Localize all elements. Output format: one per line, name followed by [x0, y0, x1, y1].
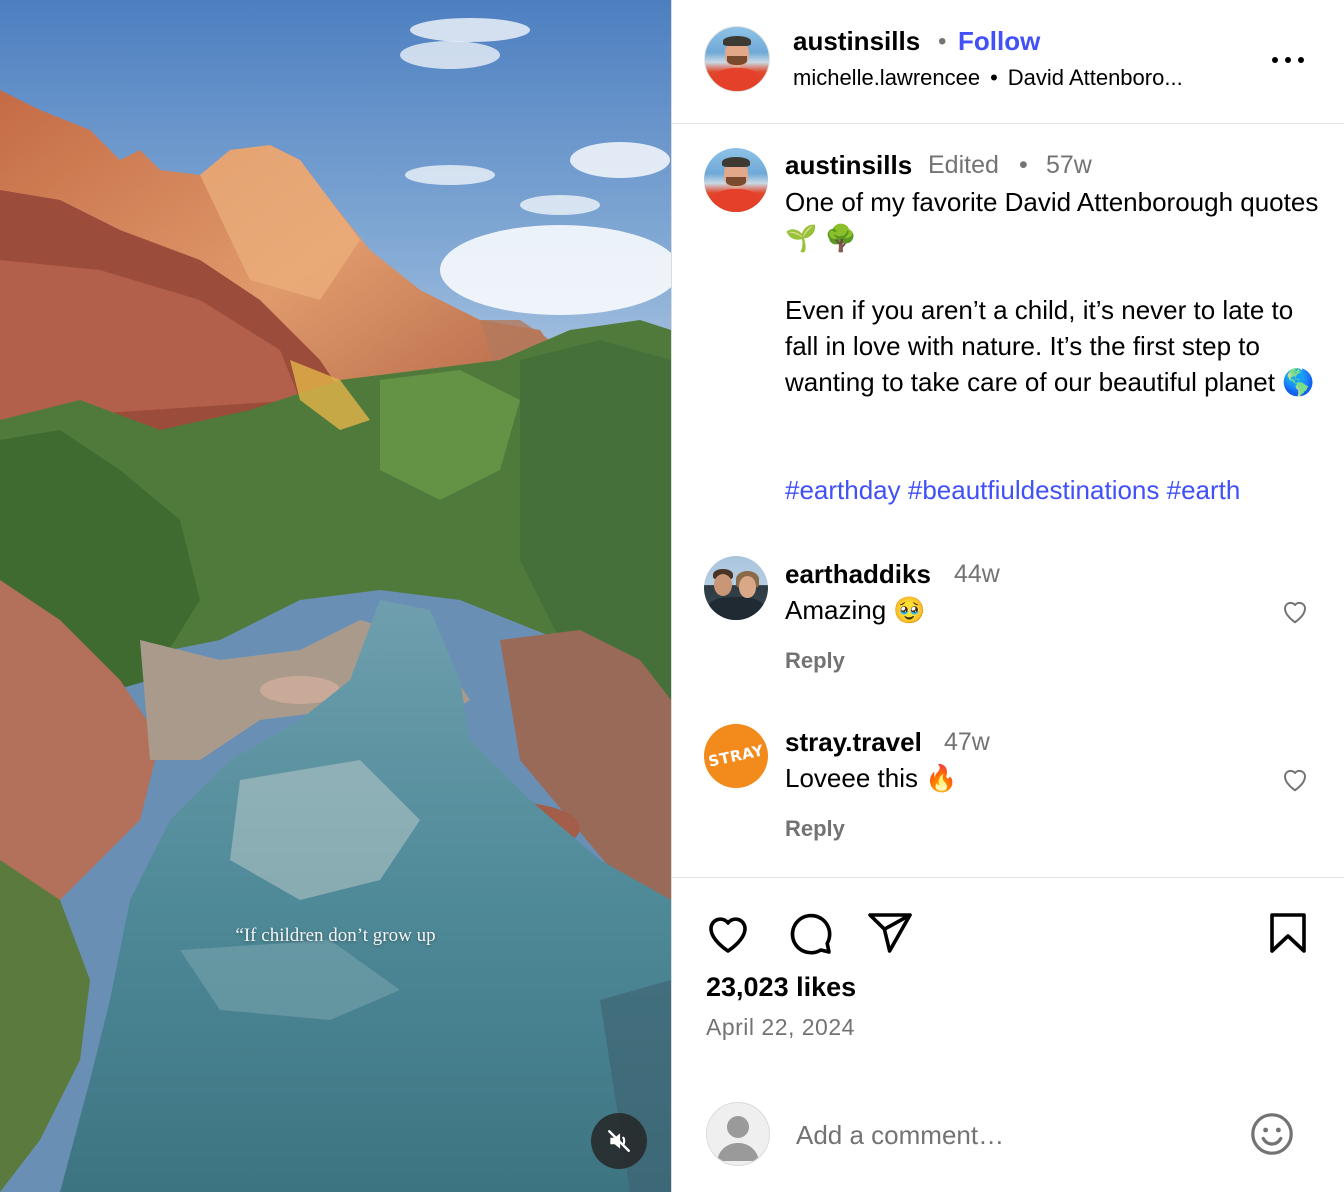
mute-toggle-button[interactable] — [591, 1113, 647, 1169]
reply-button[interactable]: Reply — [785, 648, 845, 674]
audio-track-link[interactable]: David Attenboro... — [1008, 65, 1183, 90]
share-icon[interactable] — [866, 909, 914, 957]
edited-label: Edited — [928, 151, 999, 179]
post-header: austinsills • Follow michelle.lawrencee •… — [672, 0, 1344, 124]
post-date[interactable]: April 22, 2024 — [706, 1014, 855, 1041]
caption-author-avatar[interactable] — [704, 148, 768, 212]
landscape-photo — [0, 0, 671, 1192]
commenter-avatar[interactable]: STRAY — [704, 724, 768, 788]
audio-separator: • — [990, 65, 998, 90]
author-username[interactable]: austinsills — [793, 26, 920, 57]
comment-icon[interactable] — [786, 909, 834, 957]
more-horizontal-icon — [1272, 57, 1278, 63]
header-separator: • — [938, 28, 947, 55]
comment-text: Amazing 🥹 — [785, 595, 926, 625]
comment-timestamp[interactable]: 47w — [944, 728, 990, 757]
video-subtitle: “If children don’t grow up — [235, 925, 436, 946]
reply-button[interactable]: Reply — [785, 816, 845, 842]
comment-text: Loveee this 🔥 — [785, 763, 958, 793]
author-avatar[interactable] — [704, 26, 770, 92]
bookmark-icon[interactable] — [1264, 909, 1312, 957]
likes-count[interactable]: 23,023 likes — [706, 972, 856, 1003]
comment-username[interactable]: stray.travel — [785, 727, 922, 758]
current-user-avatar — [706, 1102, 770, 1166]
post-details-panel: austinsills • Follow michelle.lawrencee •… — [672, 0, 1344, 1192]
comment-timestamp[interactable]: 44w — [954, 560, 1000, 589]
actions-divider — [672, 877, 1344, 878]
default-user-icon — [717, 1116, 759, 1161]
heart-icon[interactable] — [704, 909, 752, 957]
smiley-icon[interactable] — [1248, 1110, 1296, 1158]
caption-timestamp[interactable]: 57w — [1046, 151, 1092, 180]
commenter-avatar[interactable] — [704, 556, 768, 620]
speaker-muted-icon — [608, 1130, 630, 1152]
caption-hashtags[interactable]: #earthday #beautfiuldestinations #earth — [785, 472, 1240, 508]
stray-logo: STRAY — [706, 741, 766, 771]
comment-like-button[interactable] — [1279, 596, 1311, 626]
more-options-button[interactable] — [1268, 44, 1308, 76]
comment-like-button[interactable] — [1279, 764, 1311, 794]
post-media[interactable]: “If children don’t grow up — [0, 0, 671, 1192]
add-comment-input[interactable] — [794, 1108, 1238, 1162]
caption-separator: • — [1019, 151, 1028, 179]
caption-text: One of my favorite David Attenborough qu… — [785, 187, 1319, 397]
caption-username[interactable]: austinsills — [785, 150, 912, 181]
comment-username[interactable]: earthaddiks — [785, 559, 931, 590]
audio-attribution: michelle.lawrencee • David Attenboro... — [793, 65, 1183, 91]
audio-user-link[interactable]: michelle.lawrencee — [793, 65, 980, 90]
follow-button[interactable]: Follow — [958, 26, 1040, 57]
